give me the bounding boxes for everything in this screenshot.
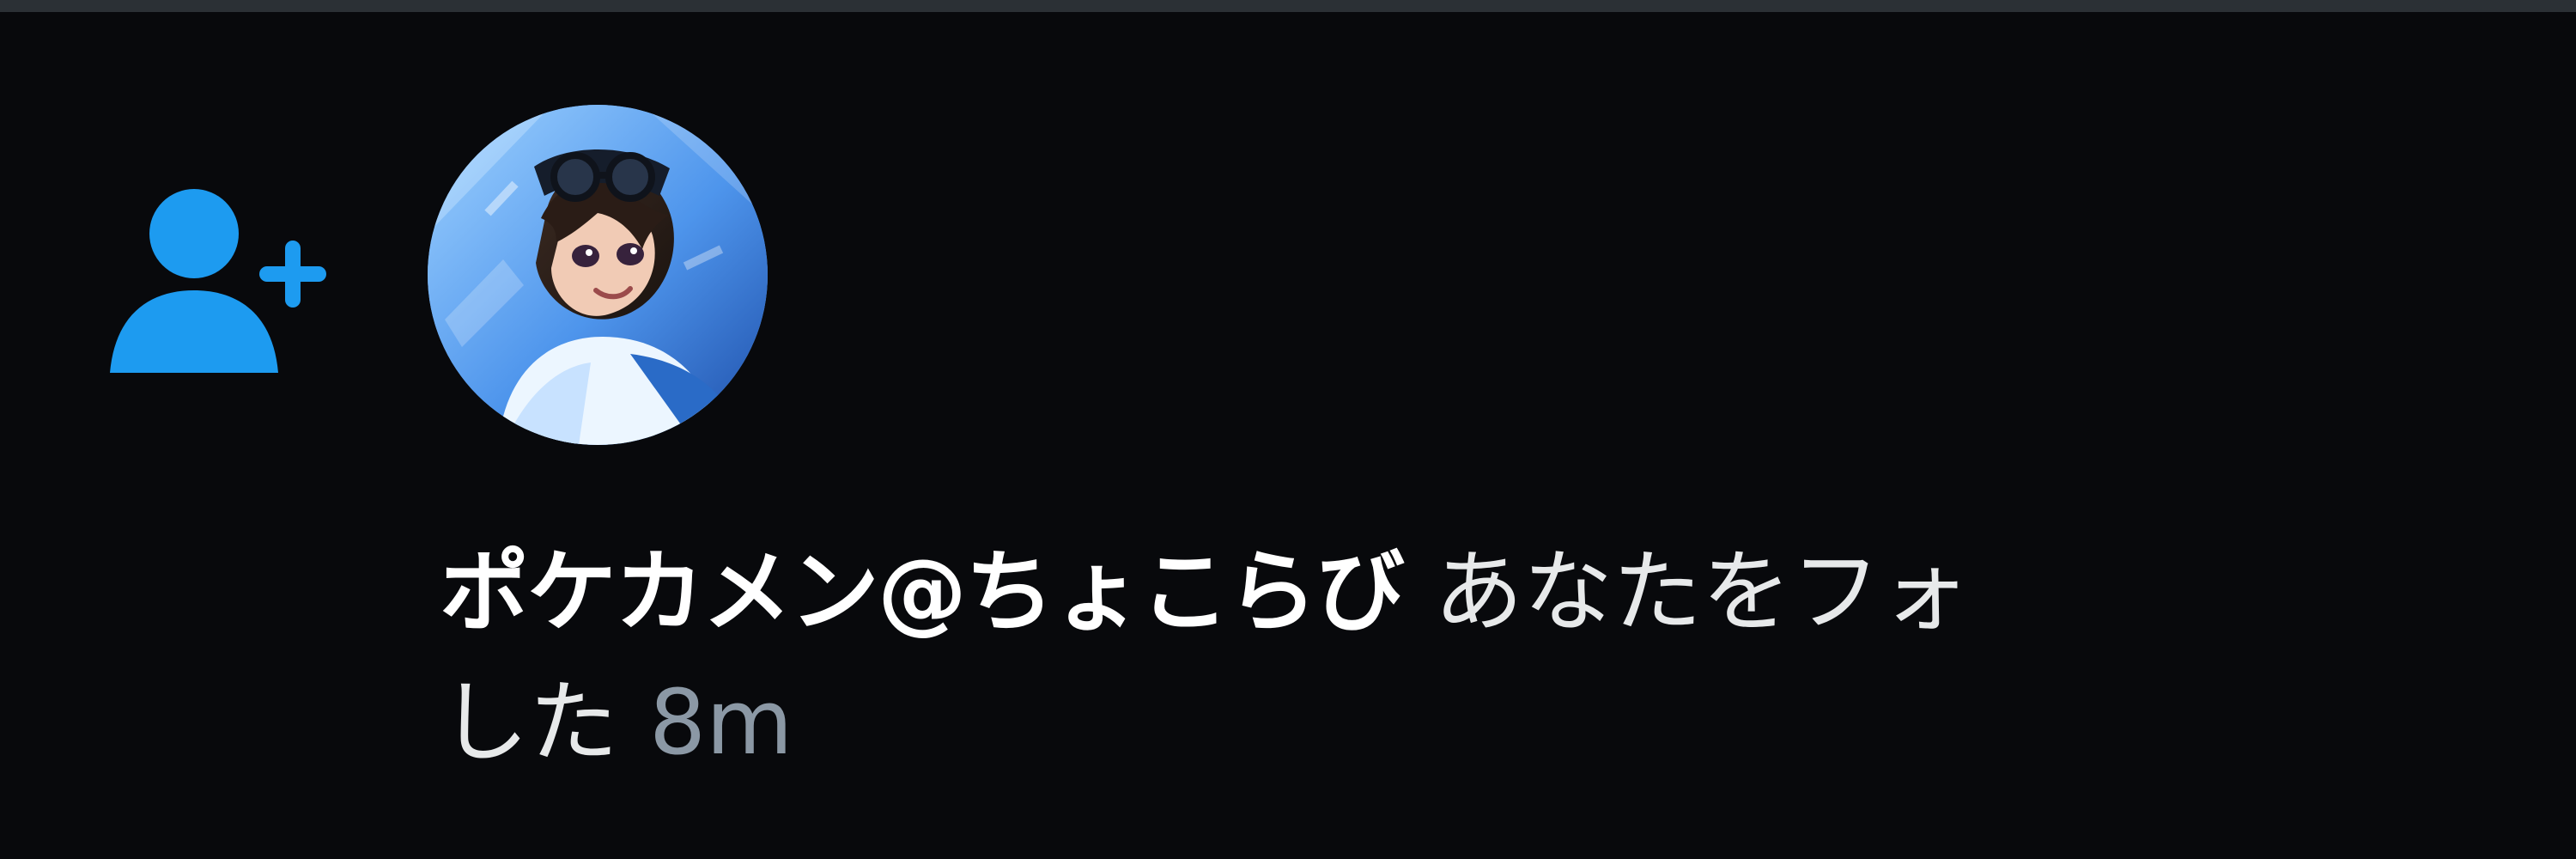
notification-message-line: した 8m — [440, 667, 793, 778]
follow-action-text: あなたをフォ — [1434, 539, 1971, 644]
follow-action-text-end: した — [440, 670, 619, 775]
user-avatar[interactable] — [428, 105, 768, 445]
notification-message-line: ポケカメン@ちょこらび あなたをフォ — [440, 536, 1970, 648]
top-divider — [0, 0, 2576, 12]
notification-message: ポケカメン@ちょこらび あなたをフォ した 8m — [440, 536, 2576, 819]
person-plus-icon — [110, 184, 350, 390]
user-display-name[interactable]: ポケカメン@ちょこらび — [440, 539, 1405, 644]
notifications-screen: ポケカメン@ちょこらび あなたをフォ した 8m — [0, 0, 2576, 859]
follow-notification-item[interactable]: ポケカメン@ちょこらび あなたをフォ した 8m — [0, 12, 2576, 859]
timestamp: 8m — [649, 670, 793, 775]
